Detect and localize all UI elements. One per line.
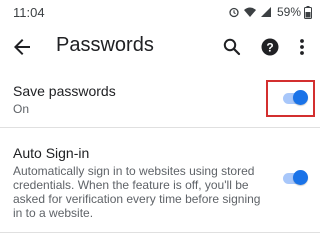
auto-sign-in-toggle[interactable]	[283, 166, 308, 190]
svg-text:?: ?	[266, 40, 273, 54]
auto-sign-in-description: Automatically sign in to websites using …	[13, 164, 261, 220]
divider	[0, 232, 320, 233]
app-bar: Passwords ?	[0, 26, 320, 68]
status-bar: 11:04 59%	[0, 0, 320, 26]
wifi-icon	[243, 6, 257, 18]
status-time: 11:04	[13, 5, 45, 20]
toggle-thumb	[293, 170, 308, 185]
back-arrow-icon[interactable]	[10, 35, 34, 59]
battery-percent: 59%	[276, 5, 301, 19]
divider	[0, 127, 320, 128]
save-passwords-title: Save passwords	[13, 83, 116, 99]
alarm-icon	[228, 6, 240, 18]
save-passwords-status: On	[13, 102, 30, 116]
page-title: Passwords	[56, 34, 154, 56]
battery-icon	[304, 5, 312, 19]
signal-icon	[260, 6, 272, 18]
highlight-box	[266, 80, 315, 117]
search-icon[interactable]	[220, 35, 244, 59]
more-vert-icon[interactable]	[290, 35, 314, 59]
status-icons: 59%	[228, 5, 312, 19]
help-icon[interactable]: ?	[258, 35, 282, 59]
auto-sign-in-row[interactable]: Auto Sign-in Automatically sign in to we…	[0, 136, 320, 232]
auto-sign-in-title: Auto Sign-in	[13, 145, 90, 161]
